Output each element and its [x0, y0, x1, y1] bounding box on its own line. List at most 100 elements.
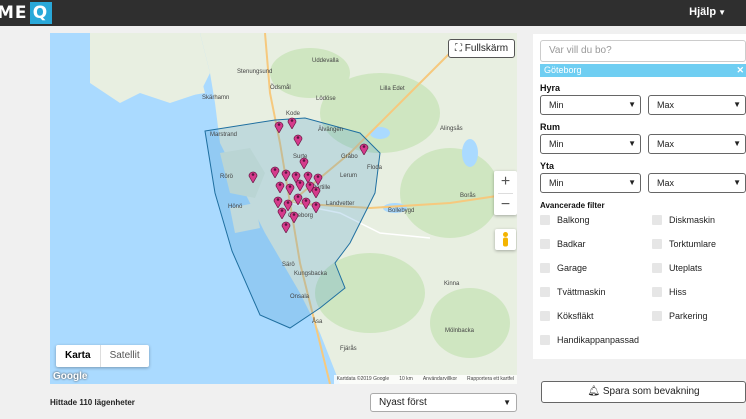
map-pin-icon[interactable]	[295, 178, 305, 191]
forest-area	[400, 148, 500, 238]
place-label: Lerum	[340, 173, 358, 179]
checkbox-label: Diskmaskin	[669, 215, 716, 225]
map-pin-icon[interactable]	[248, 170, 258, 183]
yta-min-value: Min	[549, 178, 564, 188]
place-label: Ödsmål	[270, 85, 291, 91]
checkbox-box[interactable]	[652, 263, 662, 273]
yta-min-select[interactable]: Min ▼	[540, 173, 641, 193]
checkbox-uteplats[interactable]: Uteplats	[652, 263, 702, 273]
place-label: Landvetter	[326, 201, 355, 207]
chevron-down-icon: ▼	[733, 178, 741, 187]
rum-min-select[interactable]: Min ▼	[540, 134, 641, 154]
zoom-out-button[interactable]: −	[494, 194, 517, 216]
help-menu[interactable]: Hjälp ▼	[689, 6, 726, 18]
save-search-button[interactable]: 🔔︎ Spara som bevakning	[541, 381, 746, 403]
pegman-icon[interactable]	[495, 229, 516, 250]
forest-area	[430, 288, 510, 358]
zoom-control: + −	[494, 171, 517, 215]
results-count: Hittade 110 lägenheter	[50, 398, 135, 407]
sort-select[interactable]: Nyast först ▼	[370, 393, 517, 412]
place-label: Särö	[282, 262, 295, 268]
hyra-min-select[interactable]: Min ▼	[540, 95, 641, 115]
sort-value: Nyast först	[379, 397, 427, 408]
map-type-map-button[interactable]: Karta	[56, 345, 101, 367]
map-pin-icon[interactable]	[277, 206, 287, 219]
checkbox-balkong[interactable]: Balkong	[540, 215, 590, 225]
checkbox-label: Badkar	[557, 239, 586, 249]
logo-text: ME	[0, 3, 28, 23]
checkbox-garage[interactable]: Garage	[540, 263, 587, 273]
checkbox-badkar[interactable]: Badkar	[540, 239, 586, 249]
place-label: Gråbo	[341, 154, 358, 160]
checkbox-koksflakt[interactable]: Köksfläkt	[540, 311, 594, 321]
zoom-in-button[interactable]: +	[494, 171, 517, 193]
fullscreen-icon: ⛶	[455, 43, 462, 54]
place-label: Bollebygd	[388, 208, 415, 214]
filter-panel: Var vill du bo? Göteborg ✕ Hyra Min ▼ Max…	[533, 34, 746, 359]
map-type-control: Karta Satellit	[56, 345, 149, 367]
rum-max-value: Max	[657, 139, 675, 149]
checkbox-box[interactable]	[540, 263, 550, 273]
place-label: Kinna	[444, 281, 460, 287]
checkbox-diskmaskin[interactable]: Diskmaskin	[652, 215, 715, 225]
checkbox-box[interactable]	[652, 215, 662, 225]
caret-down-icon: ▼	[718, 8, 726, 17]
place-label: Kungsbacka	[294, 271, 328, 277]
rum-min-value: Min	[549, 139, 564, 149]
terms-link[interactable]: Användarvillkor	[423, 376, 457, 383]
map-pin-icon[interactable]	[281, 220, 291, 233]
checkbox-box[interactable]	[652, 287, 662, 297]
logo[interactable]: ME Q	[0, 2, 52, 24]
checkbox-box[interactable]	[652, 239, 662, 249]
map-type-satellite-button[interactable]: Satellit	[101, 345, 149, 367]
checkbox-box[interactable]	[540, 311, 550, 321]
selected-location-tag: Göteborg ✕	[540, 64, 746, 77]
checkbox-box[interactable]	[540, 215, 550, 225]
chevron-down-icon: ▼	[628, 100, 636, 109]
checkbox-box[interactable]	[540, 335, 550, 345]
place-label: Älvängen	[318, 127, 344, 133]
place-label: Rörö	[220, 174, 234, 180]
checkbox-hiss[interactable]: Hiss	[652, 287, 687, 297]
map-pin-icon[interactable]	[359, 142, 369, 155]
remove-location-icon[interactable]: ✕	[736, 64, 744, 77]
checkbox-box[interactable]	[652, 311, 662, 321]
hyra-max-value: Max	[657, 100, 675, 110]
place-label: Borås	[460, 193, 476, 199]
map-pin-icon[interactable]	[287, 116, 297, 129]
fullscreen-label: Fullskärm	[464, 43, 509, 54]
yta-max-select[interactable]: Max ▼	[648, 173, 746, 193]
pegman-svg	[503, 232, 508, 247]
report-link[interactable]: Rapportera ett kartfel	[467, 376, 514, 383]
map-pin-icon[interactable]	[293, 133, 303, 146]
place-label: Onsala	[290, 294, 310, 300]
rum-max-select[interactable]: Max ▼	[648, 134, 746, 154]
map-pin-icon[interactable]	[311, 200, 321, 213]
map[interactable]: Stenungsund Uddevalla Lödöse Lilla Edet …	[50, 33, 517, 384]
map-pin-icon[interactable]	[299, 156, 309, 169]
checkbox-parkering[interactable]: Parkering	[652, 311, 708, 321]
place-label: Åsa	[312, 319, 323, 325]
hyra-max-select[interactable]: Max ▼	[648, 95, 746, 115]
map-pin-icon[interactable]	[275, 180, 285, 193]
checkbox-torktumlare[interactable]: Torktumlare	[652, 239, 716, 249]
lake	[462, 139, 478, 167]
place-label: Uddevalla	[312, 58, 339, 64]
location-search-input[interactable]: Var vill du bo?	[540, 40, 746, 62]
help-label: Hjälp	[689, 6, 717, 18]
yta-label: Yta	[540, 161, 555, 171]
map-pin-icon[interactable]	[270, 165, 280, 178]
google-logo: Google	[53, 371, 88, 382]
place-label: Lödöse	[316, 96, 336, 102]
fullscreen-button[interactable]: ⛶ Fullskärm	[448, 39, 516, 58]
checkbox-box[interactable]	[540, 239, 550, 249]
checkbox-handikappanpassad[interactable]: Handikappanpassad	[540, 335, 639, 345]
place-label: Floda	[367, 165, 383, 171]
checkbox-label: Handikappanpassad	[557, 335, 640, 345]
checkbox-label: Torktumlare	[669, 239, 717, 249]
checkbox-tvattmaskin[interactable]: Tvättmaskin	[540, 287, 606, 297]
checkbox-box[interactable]	[540, 287, 550, 297]
map-pin-icon[interactable]	[305, 180, 315, 193]
map-pin-icon[interactable]	[301, 196, 311, 209]
map-pin-icon[interactable]	[274, 120, 284, 133]
